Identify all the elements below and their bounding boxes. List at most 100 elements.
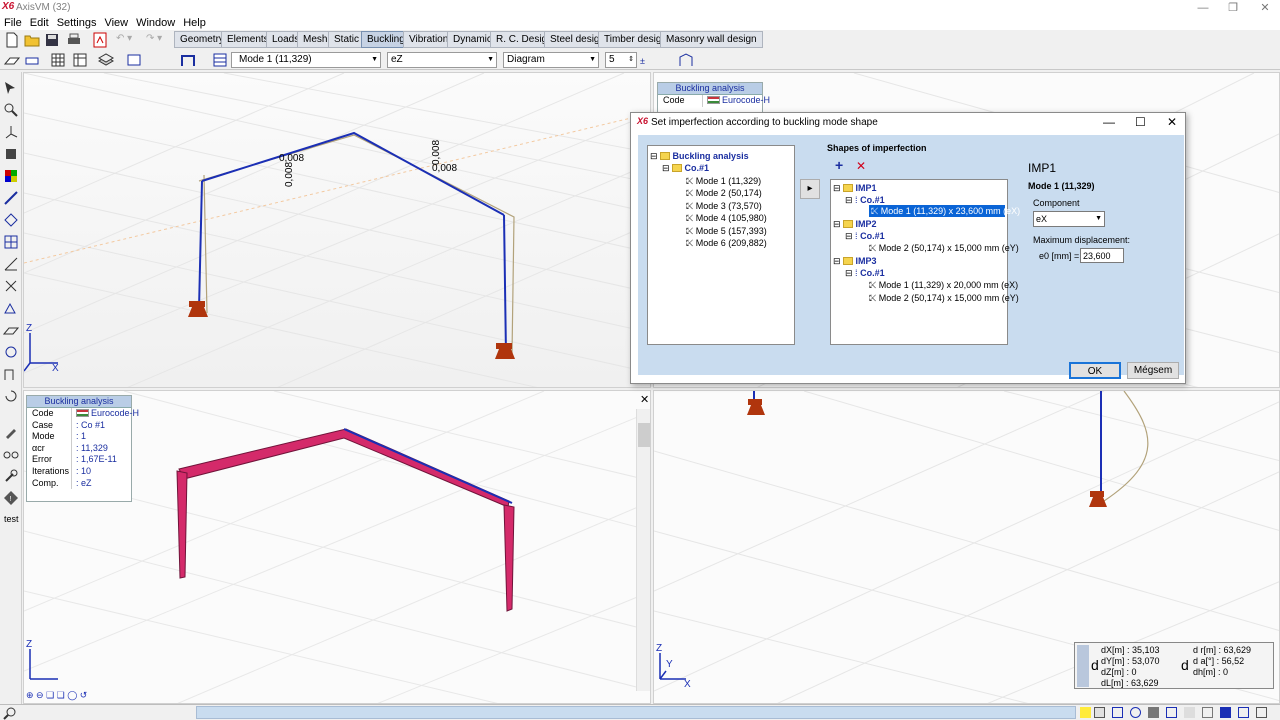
menu-window[interactable]: Window bbox=[132, 16, 179, 30]
scale-stepper[interactable]: 5 ⇕ bbox=[605, 52, 637, 68]
grid-snap-icon[interactable] bbox=[1094, 707, 1105, 718]
perspective-icon[interactable] bbox=[3, 366, 19, 382]
maximize-icon[interactable]: ☐ bbox=[1135, 115, 1146, 129]
pdf-icon[interactable] bbox=[92, 32, 108, 48]
command-line[interactable] bbox=[196, 706, 1076, 719]
workplane-snap-icon[interactable] bbox=[1166, 707, 1177, 718]
menu-edit[interactable]: Edit bbox=[26, 16, 53, 30]
delta-symbol: d bbox=[1091, 657, 1099, 673]
menu-help[interactable]: Help bbox=[179, 16, 210, 30]
delete-icon[interactable]: ✕ bbox=[856, 159, 866, 173]
menu-view[interactable]: View bbox=[100, 16, 132, 30]
search-icon[interactable] bbox=[3, 706, 17, 720]
imp-mode-item[interactable]: ⤪ Mode 1 (11,329) x 20,000 mm (eX) bbox=[869, 279, 1018, 291]
tree-mode-item[interactable]: ⤪ Mode 3 (73,570) bbox=[686, 200, 762, 212]
grid-table-icon[interactable] bbox=[72, 52, 88, 68]
e0-input[interactable] bbox=[1080, 248, 1124, 263]
restore-icon[interactable]: ❐ bbox=[1218, 0, 1248, 16]
settings-icon[interactable] bbox=[1256, 707, 1267, 718]
transform-icon[interactable] bbox=[3, 300, 19, 316]
mesh-icon[interactable] bbox=[3, 234, 19, 250]
tree-mode-item[interactable]: ⤪ Mode 5 (157,393) bbox=[686, 225, 767, 237]
save-icon[interactable] bbox=[44, 32, 60, 48]
imp-mode-item[interactable]: ⤪ Mode 2 (50,174) x 15,000 mm (eY) bbox=[869, 292, 1019, 304]
vertical-scrollbar[interactable] bbox=[636, 409, 650, 691]
display-mode-combo[interactable]: Diagram ▼ bbox=[503, 52, 599, 68]
measure-icon[interactable] bbox=[3, 256, 19, 272]
minimize-icon[interactable]: — bbox=[1188, 0, 1218, 16]
component-combo[interactable]: eZ ▼ bbox=[387, 52, 497, 68]
tree-mode-item[interactable]: ⤪ Mode 1 (11,329) bbox=[686, 175, 761, 187]
tab-static[interactable]: Static bbox=[328, 31, 366, 48]
snap-icon[interactable] bbox=[1080, 707, 1091, 718]
imp-node[interactable]: ⊟ IMP2 bbox=[833, 218, 877, 230]
layers-icon[interactable] bbox=[98, 52, 114, 68]
print-icon[interactable] bbox=[66, 32, 82, 48]
zoom-select-icon[interactable] bbox=[3, 80, 19, 96]
table-icon[interactable] bbox=[50, 52, 66, 68]
tab-masonry-wall-design[interactable]: Masonry wall design bbox=[660, 31, 763, 48]
cut-icon[interactable] bbox=[3, 278, 19, 294]
imp-node[interactable]: ⊟ IMP3 bbox=[833, 255, 877, 267]
max-min-icon[interactable]: ± bbox=[640, 52, 658, 68]
menu-settings[interactable]: Settings bbox=[53, 16, 101, 30]
info-icon[interactable]: ! bbox=[3, 490, 19, 506]
zoom-icon[interactable] bbox=[3, 102, 19, 118]
animate-icon[interactable] bbox=[678, 52, 696, 68]
surface-icon[interactable] bbox=[4, 52, 20, 68]
imperfection-tree[interactable]: ⊟ IMP1 ⊟ ⁞ Co.#1 ⤪ Mode 1 (11,329) x 23,6… bbox=[830, 179, 1020, 345]
imp-node[interactable]: ⊟ IMP1 bbox=[833, 182, 877, 194]
cancel-button[interactable]: Mégsem bbox=[1127, 362, 1179, 379]
tree-mode-item[interactable]: ⤪ Mode 2 (50,174) bbox=[686, 187, 762, 199]
buckling-modes-tree[interactable]: ⊟ Buckling analysis ⊟ Co.#1 ⤪ Mode 1 (11,3… bbox=[647, 145, 795, 345]
open-folder-icon[interactable] bbox=[24, 32, 40, 48]
frame-display-icon[interactable] bbox=[180, 52, 204, 68]
view-options-icon[interactable] bbox=[126, 52, 142, 68]
imperfection-label: 0,008 bbox=[431, 140, 442, 165]
viewport-top-left[interactable]: 0,008 0,008 0,008 0,008 Z X bbox=[23, 72, 651, 388]
menu-file[interactable]: File bbox=[0, 16, 26, 30]
view-cube-icon[interactable] bbox=[3, 146, 19, 162]
layer-snap-icon[interactable] bbox=[1184, 707, 1195, 718]
rotate-icon[interactable] bbox=[3, 344, 19, 360]
add-to-imperfection-button[interactable]: ▸ bbox=[800, 179, 820, 199]
new-file-icon[interactable] bbox=[4, 32, 20, 48]
guide-snap-icon[interactable] bbox=[1202, 707, 1213, 718]
brush-icon[interactable] bbox=[3, 424, 19, 440]
dimension-icon[interactable] bbox=[24, 52, 40, 68]
line-draw-icon[interactable] bbox=[3, 190, 19, 206]
add-icon[interactable]: + bbox=[835, 157, 843, 173]
imp-mode-item-selected[interactable]: ⤪ Mode 1 (11,329) x 23,600 mm (eX) bbox=[869, 205, 1020, 217]
component-select[interactable]: eX ▼ bbox=[1033, 211, 1105, 227]
ok-button[interactable]: OK bbox=[1069, 362, 1121, 379]
polar-icon[interactable] bbox=[1130, 707, 1141, 718]
tree-root[interactable]: ⊟ Buckling analysis bbox=[650, 150, 749, 162]
workplane-icon[interactable] bbox=[3, 322, 19, 338]
mode-combo[interactable]: Mode 1 (11,329) ▼ bbox=[231, 52, 381, 68]
minimize-icon[interactable]: — bbox=[1103, 115, 1115, 129]
glasses-icon[interactable] bbox=[3, 446, 19, 462]
close-window-icon[interactable]: ✕ bbox=[1250, 0, 1280, 16]
zoom-controls[interactable]: ⊕ ⊖ ❏ ❏ ◯ ↺ bbox=[26, 690, 116, 702]
imp-case-node[interactable]: ⊟ ⁞ Co.#1 bbox=[845, 230, 885, 242]
scrollbar-thumb[interactable] bbox=[638, 423, 650, 447]
tree-mode-item[interactable]: ⤪ Mode 6 (209,882) bbox=[686, 237, 767, 249]
close-viewport-icon[interactable]: ✕ bbox=[640, 393, 649, 406]
color-palette-icon[interactable] bbox=[3, 168, 19, 184]
axis-lock-icon[interactable] bbox=[1238, 707, 1249, 718]
undo-icon[interactable]: ↶ ▾ bbox=[116, 33, 132, 44]
node-icon[interactable] bbox=[3, 212, 19, 228]
object-snap-icon[interactable] bbox=[1148, 707, 1159, 718]
wrench-icon[interactable] bbox=[3, 468, 19, 484]
ortho-icon[interactable] bbox=[1112, 707, 1123, 718]
close-icon[interactable]: ✕ bbox=[1167, 115, 1177, 129]
redo-icon[interactable]: ↷ ▾ bbox=[146, 33, 162, 44]
result-table-icon[interactable] bbox=[212, 52, 228, 68]
tree-mode-item[interactable]: ⤪ Mode 4 (105,980) bbox=[686, 212, 767, 224]
tree-case[interactable]: ⊟ Co.#1 bbox=[662, 162, 709, 174]
imp-case-node[interactable]: ⊟ ⁞ Co.#1 bbox=[845, 267, 885, 279]
imp-mode-item[interactable]: ⤪ Mode 2 (50,174) x 15,000 mm (eY) bbox=[869, 242, 1019, 254]
axes-icon[interactable] bbox=[3, 124, 19, 140]
undo-view-icon[interactable] bbox=[3, 388, 19, 404]
coordinate-icon[interactable] bbox=[1220, 707, 1231, 718]
